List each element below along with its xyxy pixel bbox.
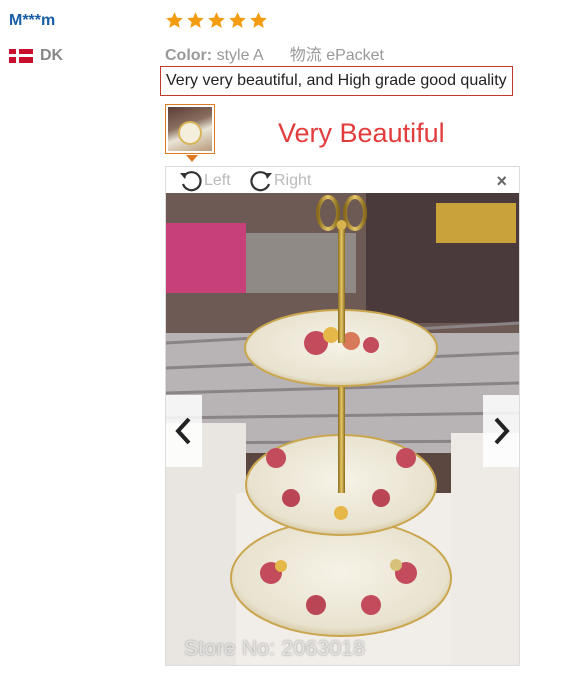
viewer-toolbar: Left Right × [166, 167, 519, 193]
rotate-left-button[interactable]: Left [178, 169, 231, 193]
chevron-right-icon [494, 417, 510, 445]
rotate-left-label: Left [204, 172, 231, 189]
thumbnail-pointer-icon [186, 155, 198, 162]
country-code: DK [40, 47, 64, 64]
chevron-left-icon [175, 417, 191, 445]
star-icon [187, 12, 204, 28]
shipping-label: 物流 [289, 47, 322, 64]
store-watermark: Store No: 2063018 [184, 637, 366, 660]
product-attributes: Color: style A 物流 ePacket [165, 41, 384, 65]
shipping-value: ePacket [326, 47, 384, 64]
review-photo: Store No: 2063018 [166, 193, 519, 665]
color-label: Color: [165, 47, 213, 64]
star-icon [250, 12, 267, 28]
reviewer-name: M***m [9, 12, 56, 29]
rotate-right-icon [250, 171, 272, 192]
star-icon [229, 12, 246, 28]
reviewer-country: DK [9, 47, 63, 65]
photo-viewer: Left Right × Store No: 2063018 [165, 166, 520, 666]
photo-thumbnail[interactable] [165, 104, 215, 154]
next-photo-button[interactable] [483, 395, 519, 467]
rotate-left-icon [180, 171, 202, 192]
star-icon [208, 12, 225, 28]
color-value: style A [216, 47, 263, 64]
denmark-flag-icon [9, 49, 33, 63]
rotate-right-label: Right [274, 172, 312, 189]
previous-photo-button[interactable] [166, 395, 202, 467]
star-rating [165, 11, 268, 30]
rotate-right-button[interactable]: Right [248, 169, 311, 193]
star-icon [166, 12, 183, 28]
review-text: Very very beautiful, and High grade good… [160, 66, 513, 96]
close-icon[interactable]: × [496, 172, 507, 190]
photo-caption: Very Beautiful [278, 118, 445, 148]
